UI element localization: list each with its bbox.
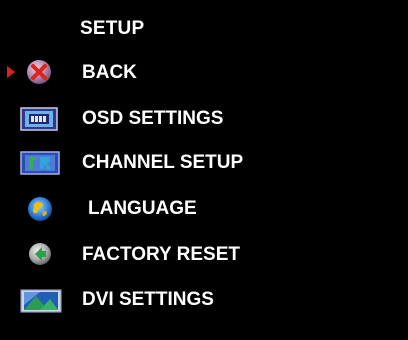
menu-item-label: DVI SETTINGS	[82, 289, 214, 310]
menu-item-label: BACK	[82, 62, 137, 83]
channel-setup-icon	[20, 151, 60, 175]
menu-item-osd-settings[interactable]: OSD SETTINGS	[0, 100, 400, 136]
menu-item-factory-reset[interactable]: FACTORY RESET	[0, 236, 400, 272]
osd-setup-menu: SETUP BACK OSD SETTINGS CHANNEL SETUP LA…	[0, 0, 408, 340]
menu-item-label: LANGUAGE	[88, 198, 197, 219]
menu-title: SETUP	[80, 18, 145, 39]
back-x-icon	[27, 60, 51, 84]
menu-item-label: CHANNEL SETUP	[82, 152, 244, 173]
reset-icon	[29, 243, 51, 265]
menu-item-label: OSD SETTINGS	[82, 108, 224, 129]
menu-item-label: FACTORY RESET	[82, 244, 241, 265]
menu-item-language[interactable]: LANGUAGE	[0, 190, 400, 226]
globe-icon	[28, 197, 52, 221]
osd-settings-icon	[20, 107, 58, 131]
menu-item-channel-setup[interactable]: CHANNEL SETUP	[0, 144, 400, 180]
menu-item-back[interactable]: BACK	[0, 54, 400, 90]
dvi-settings-icon	[20, 289, 62, 313]
menu-item-dvi-settings[interactable]: DVI SETTINGS	[0, 281, 400, 317]
selection-pointer-icon	[7, 66, 15, 78]
